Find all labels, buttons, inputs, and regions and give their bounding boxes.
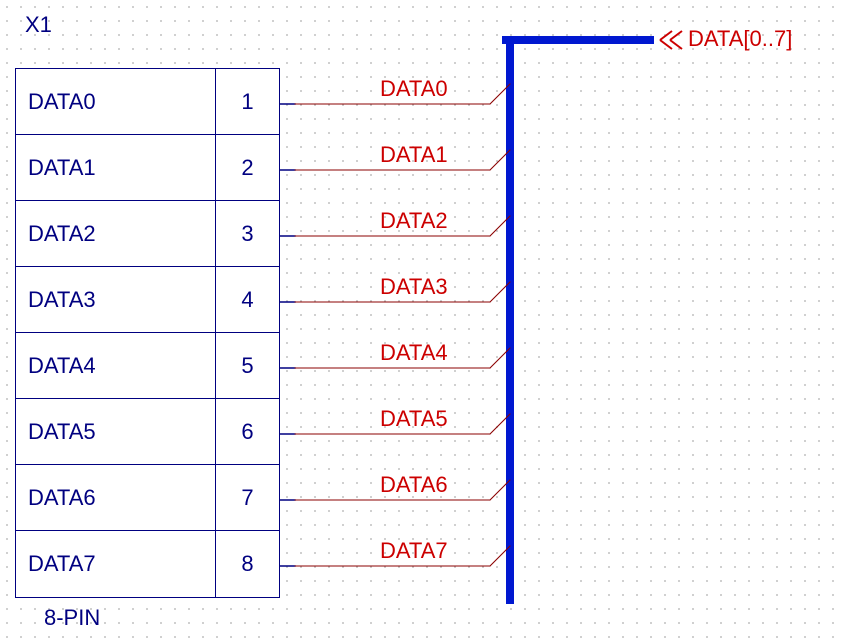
pin-name: DATA3 bbox=[16, 267, 216, 332]
pin-row: DATA7 8 bbox=[16, 531, 279, 597]
pin-row: DATA4 5 bbox=[16, 333, 279, 399]
pin-name: DATA2 bbox=[16, 201, 216, 266]
net-label: DATA2 bbox=[380, 208, 448, 234]
pin-name: DATA1 bbox=[16, 135, 216, 200]
pin-row: DATA1 2 bbox=[16, 135, 279, 201]
pin-number: 1 bbox=[216, 89, 279, 115]
pin-number: 5 bbox=[216, 353, 279, 379]
net-label: DATA3 bbox=[380, 274, 448, 300]
pin-number: 7 bbox=[216, 485, 279, 511]
pin-row: DATA6 7 bbox=[16, 465, 279, 531]
pin-name: DATA4 bbox=[16, 333, 216, 398]
pin-number: 8 bbox=[216, 551, 279, 577]
net-label: DATA7 bbox=[380, 538, 448, 564]
pin-number: 3 bbox=[216, 221, 279, 247]
pin-row: DATA0 1 bbox=[16, 69, 279, 135]
pin-number: 6 bbox=[216, 419, 279, 445]
pin-name: DATA7 bbox=[16, 531, 216, 597]
bus-port-label: DATA[0..7] bbox=[688, 26, 792, 52]
component-footprint: 8-PIN bbox=[44, 605, 100, 631]
pin-row: DATA5 6 bbox=[16, 399, 279, 465]
pin-row: DATA3 4 bbox=[16, 267, 279, 333]
pin-number: 2 bbox=[216, 155, 279, 181]
net-label: DATA4 bbox=[380, 340, 448, 366]
component-body: DATA0 1 DATA1 2 DATA2 3 DATA3 4 DATA4 5 … bbox=[15, 68, 280, 598]
pin-row: DATA2 3 bbox=[16, 201, 279, 267]
pin-name: DATA5 bbox=[16, 399, 216, 464]
pin-number: 4 bbox=[216, 287, 279, 313]
net-label: DATA0 bbox=[380, 76, 448, 102]
component-designator: X1 bbox=[25, 12, 52, 38]
net-label: DATA5 bbox=[380, 406, 448, 432]
net-label: DATA6 bbox=[380, 472, 448, 498]
net-label: DATA1 bbox=[380, 142, 448, 168]
pin-name: DATA0 bbox=[16, 69, 216, 134]
pin-name: DATA6 bbox=[16, 465, 216, 530]
